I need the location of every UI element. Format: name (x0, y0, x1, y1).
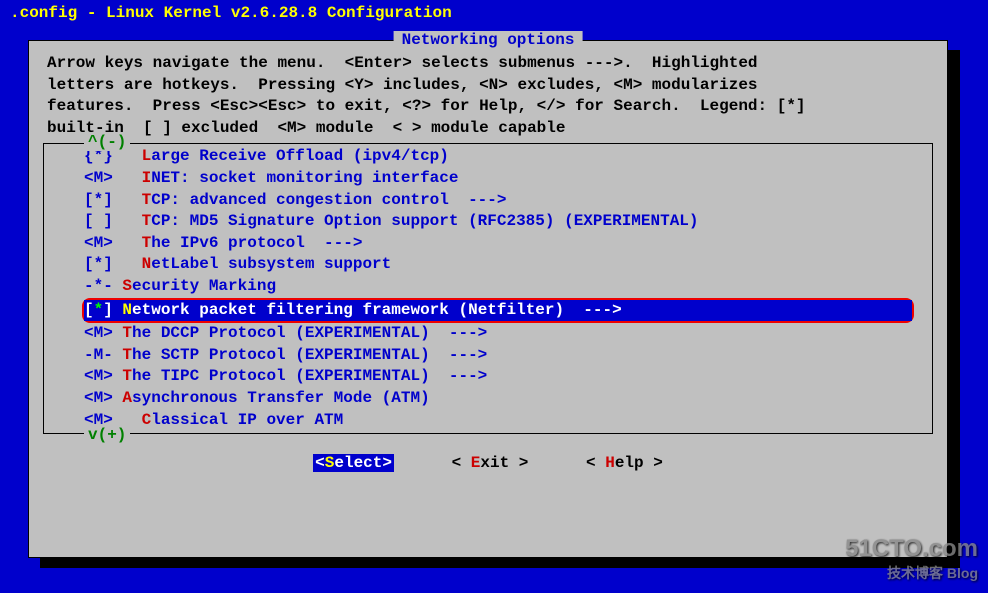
menu-item-sctp[interactable]: -M- The SCTP Protocol (EXPERIMENTAL) ---… (44, 345, 932, 367)
scroll-down-indicator[interactable]: v(+) (84, 426, 130, 444)
help-text: Arrow keys navigate the menu. <Enter> se… (29, 41, 947, 143)
menu-item-dccp[interactable]: <M> The DCCP Protocol (EXPERIMENTAL) ---… (44, 323, 932, 345)
button-bar: <Select> < Exit > < Help > (29, 442, 947, 482)
scroll-up-indicator[interactable]: ^(-) (84, 133, 130, 151)
exit-button[interactable]: < Exit > (452, 454, 529, 472)
help-button[interactable]: < Help > (586, 454, 663, 472)
menu-item-atm[interactable]: <M> Asynchronous Transfer Mode (ATM) (44, 388, 932, 410)
menu-item-classical-ip[interactable]: <M> Classical IP over ATM (44, 410, 932, 432)
menu-item-tcp-congestion[interactable]: [*] TCP: advanced congestion control ---… (44, 190, 932, 212)
menu-item-tipc[interactable]: <M> The TIPC Protocol (EXPERIMENTAL) ---… (44, 366, 932, 388)
screen: .config - Linux Kernel v2.6.28.8 Configu… (0, 0, 988, 593)
menu-item-netfilter[interactable]: [*] Network packet filtering framework (… (84, 300, 912, 322)
highlight-outline: [*] Network packet filtering framework (… (82, 298, 914, 324)
select-button[interactable]: <Select> (313, 454, 394, 472)
watermark: 51CTO.com 技术博客 Blog (845, 535, 978, 583)
window-title: .config - Linux Kernel v2.6.28.8 Configu… (0, 0, 988, 26)
dialog-title: Networking options (394, 31, 583, 49)
menu-item-tcp-md5[interactable]: [ ] TCP: MD5 Signature Option support (R… (44, 211, 932, 233)
menu-item-netlabel[interactable]: [*] NetLabel subsystem support (44, 254, 932, 276)
dialog: Networking options Arrow keys navigate t… (28, 40, 948, 558)
menu-item-lro[interactable]: {*} Large Receive Offload (ipv4/tcp) (44, 146, 932, 168)
menu-item-security-marking[interactable]: -*- Security Marking (44, 276, 932, 298)
menu-item-inet[interactable]: <M> INET: socket monitoring interface (44, 168, 932, 190)
menu-box: ^(-) {*} Large Receive Offload (ipv4/tcp… (43, 143, 933, 434)
menu-item-ipv6[interactable]: <M> The IPv6 protocol ---> (44, 233, 932, 255)
